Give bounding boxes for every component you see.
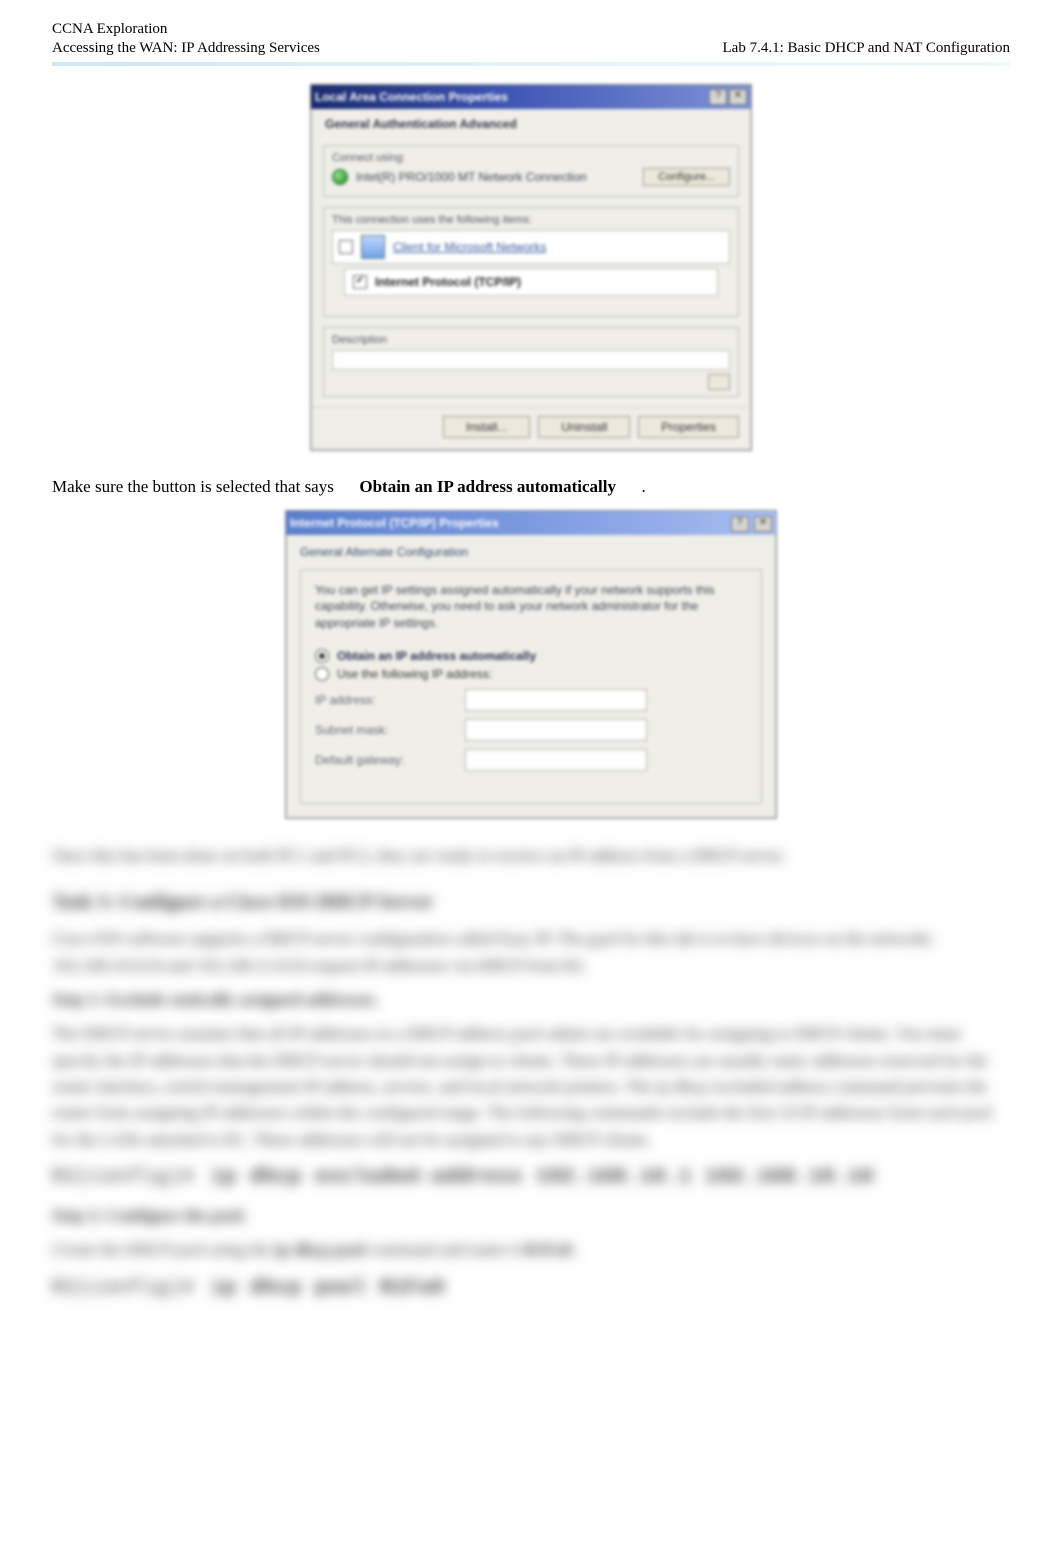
dialog-actions: Install... Uninstall Properties — [311, 407, 751, 450]
protocol-row[interactable]: Internet Protocol (TCP/IP) — [344, 268, 718, 296]
body-line-bold: Obtain an IP address automatically — [359, 477, 616, 496]
dialog-titlebar: Local Area Connection Properties ? ✕ — [311, 85, 751, 109]
lab-title: Lab 7.4.1: Basic DHCP and NAT Configurat… — [723, 39, 1010, 58]
description-label: Description — [332, 334, 730, 346]
course-line1: CCNA Exploration — [52, 20, 320, 39]
tcpip-panel: You can get IP settings assigned automat… — [300, 569, 762, 804]
default-gateway-label: Default gateway: — [315, 753, 465, 767]
default-gateway-input[interactable] — [465, 749, 647, 771]
page-header: CCNA Exploration Accessing the WAN: IP A… — [52, 20, 1010, 60]
course-line2: Accessing the WAN: IP Addressing Service… — [52, 39, 320, 58]
checkbox-icon[interactable] — [353, 275, 367, 289]
body-paragraph: Make sure the button is selected that sa… — [52, 475, 1010, 499]
radio-auto-label: Obtain an IP address automatically — [337, 649, 536, 663]
dropdown-icon[interactable] — [708, 374, 730, 390]
dialog-tabs: General Authentication Advanced — [311, 109, 751, 137]
header-left: CCNA Exploration Accessing the WAN: IP A… — [52, 20, 320, 58]
description-field — [332, 350, 730, 370]
subnet-mask-label: Subnet mask: — [315, 723, 465, 737]
items-label: This connection uses the following items… — [332, 214, 730, 226]
blur-command-line2: R2(config)# ip dhcp pool R1Fa0 — [52, 1274, 1010, 1304]
body-line-post: . — [641, 477, 645, 496]
close-icon[interactable]: ✕ — [729, 89, 747, 105]
close-icon[interactable]: ✕ — [754, 516, 772, 532]
body-line-pre: Make sure the button is selected that sa… — [52, 477, 334, 496]
items-group: This connection uses the following items… — [323, 207, 739, 317]
network-client-icon — [361, 235, 385, 259]
mono-command: ip dhcp excluded-address 192.168.10.1 19… — [211, 1162, 874, 1193]
dialog-title: Local Area Connection Properties — [315, 90, 508, 104]
install-button[interactable]: Install... — [443, 416, 530, 438]
blur-para: Cisco IOS software supports a DHCP serve… — [52, 926, 1010, 979]
description-group: Description — [323, 327, 739, 397]
network-client-name[interactable]: Client for Microsoft Networks — [393, 240, 546, 254]
radio-manual-label: Use the following IP address: — [337, 667, 492, 681]
subnet-mask-input[interactable] — [465, 719, 647, 741]
mono2-prefix: R2(config)# — [52, 1273, 195, 1304]
tcpip-properties-dialog: Internet Protocol (TCP/IP) Properties ? … — [285, 510, 777, 819]
connect-using-label: Connect using: — [332, 152, 730, 164]
p3d: R1Fa0 — [524, 1240, 572, 1259]
dialog-tabs: General Alternate Configuration — [286, 535, 776, 563]
protocol-name: Internet Protocol (TCP/IP) — [375, 275, 521, 289]
blur-step2: Step 2: Configure the pool. — [52, 1203, 1010, 1229]
p3b: ip dhcp pool — [275, 1240, 365, 1259]
mono-prefix: R2(config)# — [52, 1162, 195, 1193]
blur-step1: Step 1: Exclude statically assigned addr… — [52, 987, 1010, 1013]
p3e: . — [576, 1240, 580, 1259]
configure-button[interactable]: Configure... — [643, 168, 730, 186]
dialog-titlebar: Internet Protocol (TCP/IP) Properties ? … — [286, 511, 776, 535]
radio-checked-icon[interactable] — [315, 649, 329, 663]
connection-properties-dialog: Local Area Connection Properties ? ✕ Gen… — [310, 84, 752, 451]
ip-address-input[interactable] — [465, 689, 647, 711]
properties-button[interactable]: Properties — [638, 416, 739, 438]
ip-address-label: IP address: — [315, 693, 465, 707]
p3c: command and name it — [369, 1240, 520, 1259]
blur-heading: Task 3: Configure a Cisco IOS DHCP Serve… — [52, 887, 1010, 918]
radio-auto-row[interactable]: Obtain an IP address automatically — [315, 649, 747, 663]
obscured-content: Once this has been done on both PC1 and … — [52, 843, 1010, 1304]
blur-line: Once this has been done on both PC1 and … — [52, 843, 1010, 869]
status-dot-icon — [332, 169, 348, 185]
checkbox-icon[interactable] — [339, 240, 353, 254]
mono2-command: ip dhcp pool R1Fa0 — [211, 1273, 445, 1304]
ip-fields: IP address: Subnet mask: Default gateway… — [315, 689, 747, 771]
radio-manual-row[interactable]: Use the following IP address: — [315, 667, 747, 681]
header-rule — [52, 62, 1010, 66]
blur-para2: The DHCP server assumes that all IP addr… — [52, 1021, 1010, 1153]
help-icon[interactable]: ? — [731, 516, 749, 532]
dialog-title: Internet Protocol (TCP/IP) Properties — [290, 516, 499, 530]
p3a: Create the DHCP pool using the — [52, 1240, 271, 1259]
nic-status-text: Intel(R) PRO/1000 MT Network Connection — [356, 170, 587, 184]
connect-using-group: Connect using: Intel(R) PRO/1000 MT Netw… — [323, 145, 739, 197]
radio-unchecked-icon[interactable] — [315, 667, 329, 681]
blur-para3: Create the DHCP pool using the ip dhcp p… — [52, 1237, 1010, 1263]
uninstall-button[interactable]: Uninstall — [538, 416, 630, 438]
help-icon[interactable]: ? — [709, 89, 727, 105]
blur-command-line: R2(config)# ip dhcp excluded-address 192… — [52, 1163, 1010, 1193]
tcpip-description: You can get IP settings assigned automat… — [315, 582, 747, 631]
